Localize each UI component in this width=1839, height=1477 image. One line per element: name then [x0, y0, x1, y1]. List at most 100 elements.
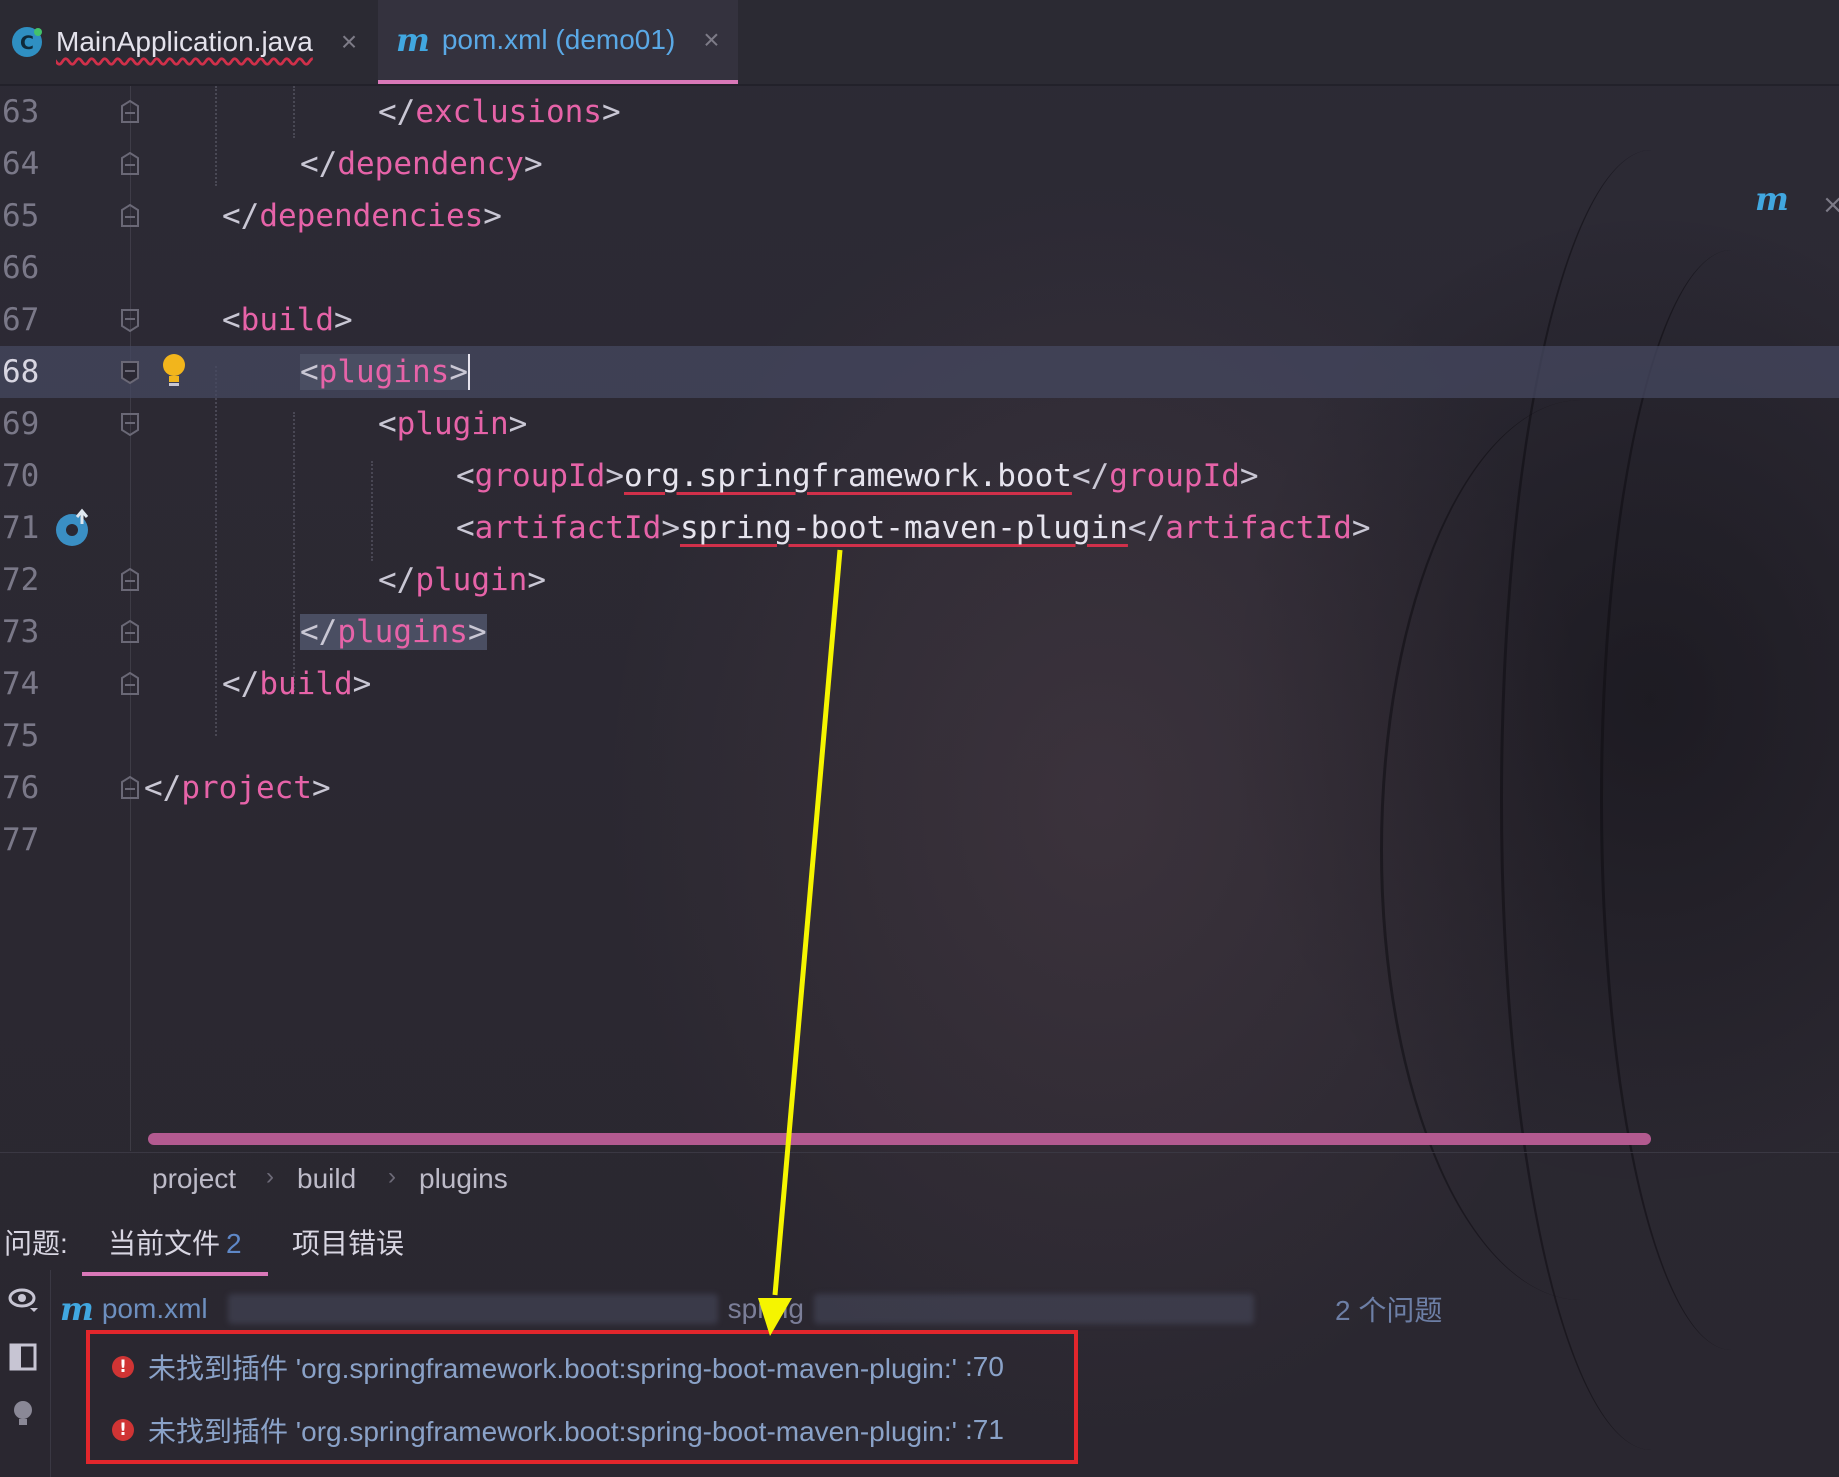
problems-label: 问题:: [4, 1228, 68, 1259]
code-line[interactable]: 74 </build>: [0, 658, 1839, 710]
fold-marker-icon[interactable]: [120, 360, 140, 384]
tab-label: 当前文件: [108, 1228, 221, 1259]
code-text: </exclusions>: [378, 94, 621, 130]
problems-panel: 问题: 当前文件 2 项目错误 m pom.xml spring 2 个问题 ! …: [0, 1208, 1839, 1477]
code-text: </dependency>: [300, 146, 543, 182]
line-number: 68: [2, 354, 40, 390]
blurred-path: [813, 1294, 1254, 1324]
tab-project-errors[interactable]: 项目错误: [292, 1222, 404, 1262]
error-line-ref: :70: [965, 1351, 1004, 1382]
fold-marker-icon[interactable]: [120, 568, 140, 592]
line-number: 67: [2, 302, 40, 338]
code-line[interactable]: 75: [0, 710, 1839, 762]
line-number: 72: [2, 562, 40, 598]
file-name: pom.xml: [101, 1293, 208, 1324]
file-path-partial: spring: [727, 1293, 804, 1324]
breadcrumb-item-build[interactable]: build: [297, 1163, 356, 1195]
tab-main-application[interactable]: C MainApplication.java ×: [10, 0, 357, 84]
error-icon: !: [112, 1356, 134, 1378]
breadcrumb: project › build › plugins: [0, 1152, 1839, 1209]
code-line[interactable]: 63 </exclusions>: [0, 86, 1839, 138]
maven-icon: m: [396, 21, 430, 59]
line-number: 65: [2, 198, 40, 234]
tab-count-badge: 2: [226, 1228, 242, 1259]
code-text: </build>: [222, 666, 372, 702]
error-row[interactable]: ! 未找到插件 'org.springframework.boot:spring…: [112, 1342, 1004, 1392]
lightbulb-icon[interactable]: [8, 1398, 38, 1428]
line-number: 66: [2, 250, 40, 286]
tab-label: pom.xml (demo01): [441, 24, 676, 55]
problems-file-row[interactable]: m pom.xml spring 2 个问题: [60, 1284, 1460, 1334]
close-icon[interactable]: ×: [1822, 190, 1839, 220]
chevron-right-icon: ›: [266, 1163, 274, 1190]
horizontal-scrollbar[interactable]: [148, 1133, 1651, 1145]
code-line[interactable]: 72 </plugin>: [0, 554, 1839, 606]
tab-current-file[interactable]: 当前文件 2: [82, 1222, 268, 1276]
close-icon[interactable]: ×: [341, 26, 357, 58]
code-text: </plugins>: [300, 614, 487, 650]
maven-icon: m: [60, 1290, 94, 1328]
line-number: 77: [2, 822, 40, 858]
code-text: <plugins>: [300, 354, 470, 390]
code-text: <artifactId>spring-boot-maven-plugin</ar…: [456, 510, 1371, 546]
line-number: 75: [2, 718, 40, 754]
fold-marker-icon[interactable]: [120, 308, 140, 332]
problems-tabs: 问题: 当前文件 2 项目错误: [0, 1208, 1839, 1276]
blurred-path: [227, 1294, 718, 1324]
error-message: 未找到插件 'org.springframework.boot:spring-b…: [148, 1416, 958, 1447]
close-icon[interactable]: ×: [703, 24, 719, 56]
problems-toolbar: [0, 1270, 51, 1477]
fold-marker-icon[interactable]: [120, 204, 140, 228]
fold-marker-icon[interactable]: [120, 776, 140, 800]
error-icon: !: [112, 1419, 134, 1441]
svg-text:C: C: [20, 32, 34, 54]
eye-icon[interactable]: [8, 1284, 38, 1314]
line-number: 73: [2, 614, 40, 650]
code-line[interactable]: 77: [0, 814, 1839, 866]
code-line[interactable]: 71 <artifactId>spring-boot-maven-plugin<…: [0, 502, 1839, 554]
line-number: 63: [2, 94, 40, 130]
code-text: <plugin>: [378, 406, 528, 442]
error-highlight-box: ! 未找到插件 'org.springframework.boot:spring…: [86, 1330, 1078, 1464]
fold-marker-icon[interactable]: [120, 620, 140, 644]
fold-marker-icon[interactable]: [120, 672, 140, 696]
tab-label: MainApplication.java: [56, 26, 313, 57]
code-text: <groupId>org.springframework.boot</group…: [456, 458, 1259, 494]
code-line[interactable]: 67 <build>: [0, 294, 1839, 346]
tab-pom-xml[interactable]: m pom.xml (demo01) ×: [378, 0, 738, 84]
code-line[interactable]: 65 </dependencies>: [0, 190, 1839, 242]
fold-marker-icon[interactable]: [120, 100, 140, 124]
preview-panel-icon[interactable]: [8, 1342, 38, 1372]
code-text: </dependencies>: [222, 198, 502, 234]
maven-goal-run-icon[interactable]: [52, 508, 94, 548]
error-row[interactable]: ! 未找到插件 'org.springframework.boot:spring…: [112, 1405, 1004, 1455]
fold-marker-icon[interactable]: [120, 412, 140, 436]
maven-reload-icon[interactable]: m: [1755, 180, 1789, 218]
code-line[interactable]: 64 </dependency>: [0, 138, 1839, 190]
chevron-right-icon: ›: [388, 1163, 396, 1190]
line-number: 69: [2, 406, 40, 442]
code-line-current[interactable]: 68 <plugins>: [0, 346, 1839, 398]
code-line[interactable]: 69 <plugin>: [0, 398, 1839, 450]
line-number: 64: [2, 146, 40, 182]
line-number: 74: [2, 666, 40, 702]
line-number: 76: [2, 770, 40, 806]
line-number: 70: [2, 458, 40, 494]
issue-count: 2 个问题: [1335, 1295, 1443, 1326]
breadcrumb-item-project[interactable]: project: [152, 1163, 236, 1195]
code-line[interactable]: 70 <groupId>org.springframework.boot</gr…: [0, 450, 1839, 502]
code-text: <build>: [222, 302, 353, 338]
lightbulb-icon[interactable]: [160, 352, 188, 390]
fold-marker-icon[interactable]: [120, 152, 140, 176]
code-line[interactable]: 66: [0, 242, 1839, 294]
editor-tab-bar: C MainApplication.java × m pom.xml (demo…: [0, 0, 1839, 86]
error-line-ref: :71: [965, 1414, 1004, 1445]
code-text: </project>: [144, 770, 331, 806]
code-line[interactable]: 76 </project>: [0, 762, 1839, 814]
breadcrumb-item-plugins[interactable]: plugins: [419, 1163, 508, 1195]
code-line[interactable]: 73 </plugins>: [0, 606, 1839, 658]
error-message: 未找到插件 'org.springframework.boot:spring-b…: [148, 1353, 958, 1384]
java-class-icon: C: [10, 25, 44, 59]
code-text: </plugin>: [378, 562, 546, 598]
code-editor[interactable]: 63 </exclusions> 64 </dependency> 65 </d…: [0, 86, 1839, 1151]
